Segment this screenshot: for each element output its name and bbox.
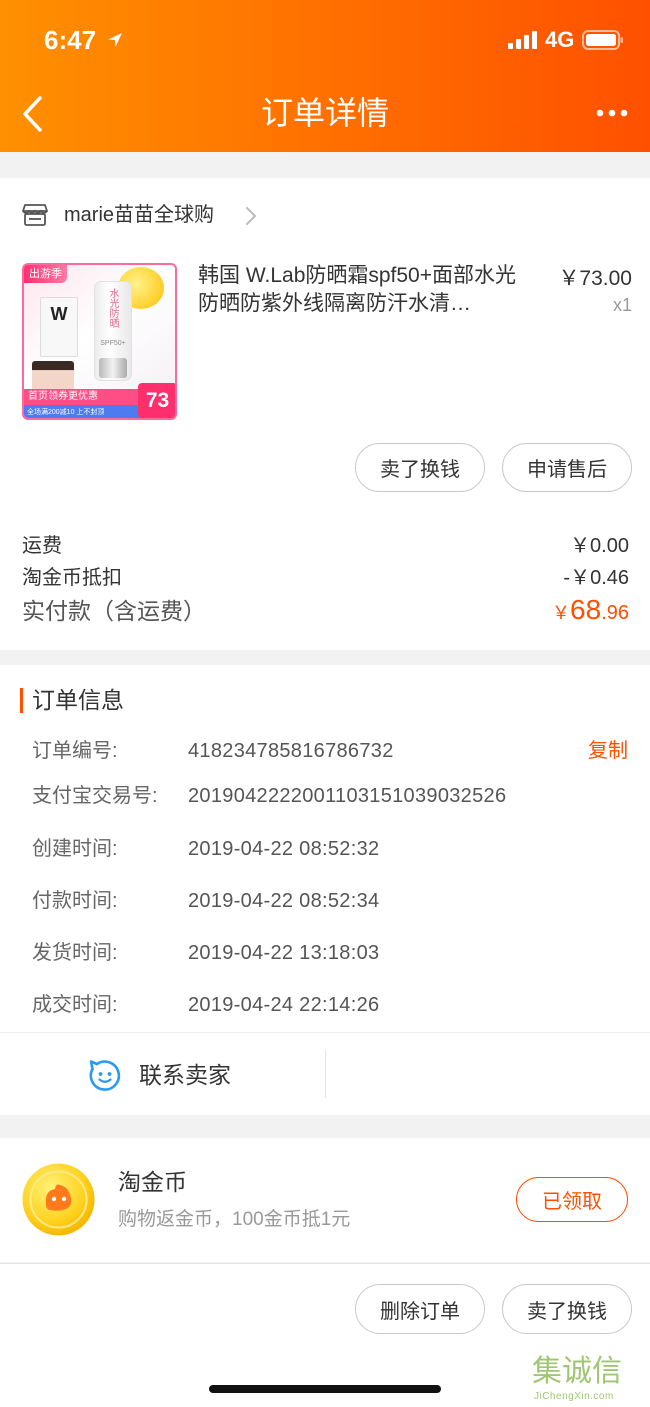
bottle-label: 水光防晒 <box>107 288 118 328</box>
paid-time-value: 2019-04-22 08:52:34 <box>188 890 380 912</box>
total-decimal: .96 <box>601 602 629 624</box>
shop-name-link[interactable]: marie苗苗全球购 <box>64 201 214 229</box>
order-item-card: marie苗苗全球购 W 水光防晒 SPF50+ 出游季 首页领券更优惠 全场满… <box>0 178 650 650</box>
taojinbi-title: 淘金币 <box>118 1169 187 1195</box>
alipay-trade-label: 支付宝交易号: <box>32 785 158 807</box>
delete-order-button[interactable]: 删除订单 <box>355 1284 485 1334</box>
created-time-label: 创建时间: <box>32 838 118 860</box>
signal-icon <box>508 31 537 49</box>
contact-seller-label: 联系卖家 <box>139 1062 231 1088</box>
after-sales-button[interactable]: 申请售后 <box>502 443 632 492</box>
bottle-cap <box>99 358 127 378</box>
total-currency: ￥ <box>552 603 571 623</box>
section-accent-bar <box>20 688 23 713</box>
chevron-left-icon[interactable] <box>20 94 48 134</box>
taojinbi-description: 购物返金币，100金币抵1元 <box>118 1209 351 1230</box>
page-title: 订单详情 <box>260 95 389 131</box>
promo-price-tag: 73 <box>138 383 175 418</box>
sell-for-cash-bottom-button[interactable]: 卖了换钱 <box>502 1284 632 1334</box>
order-info-title: 订单信息 <box>32 687 124 713</box>
product-quantity: x1 <box>612 295 632 315</box>
created-time-value: 2019-04-22 08:52:32 <box>188 838 380 860</box>
model-photo <box>32 361 74 391</box>
completed-time-label: 成交时间: <box>32 994 118 1016</box>
order-number-value: 418234785816786732 <box>188 740 394 762</box>
watermark-cn: 集诚信 <box>532 1355 622 1388</box>
shipping-fee-label: 运费 <box>22 535 62 557</box>
home-indicator[interactable] <box>209 1385 441 1393</box>
product-title[interactable]: 韩国 W.Lab防晒霜spf50+面部水光防晒防紫外线隔离防汗水清… <box>198 262 532 318</box>
battery-icon <box>582 30 623 50</box>
shipping-fee-value: ￥0.00 <box>570 535 629 557</box>
status-time: 6:47 <box>44 25 97 55</box>
total-paid-label: 实付款（含运费） <box>22 598 206 624</box>
completed-time-value: 2019-04-24 22:14:26 <box>188 994 380 1016</box>
bottle-spf-label: SPF50+ <box>100 340 126 347</box>
product-price: ￥73.00 <box>558 267 632 290</box>
coin-deduction-label: 淘金币抵扣 <box>22 567 122 589</box>
sell-for-cash-button[interactable]: 卖了换钱 <box>355 443 485 492</box>
promo-discount-text: 全场满200减10 上不封顶 <box>27 409 105 416</box>
order-number-label: 订单编号: <box>32 740 118 762</box>
total-paid-value: ￥68.96 <box>552 591 629 634</box>
product-image-badge: 出游季 <box>24 265 67 283</box>
network-type: 4G <box>545 27 575 52</box>
coin-deduction-value: -￥0.46 <box>563 567 629 589</box>
claimed-button[interactable]: 已领取 <box>516 1177 628 1222</box>
product-image[interactable]: W 水光防晒 SPF50+ 出游季 首页领券更优惠 全场满200减10 上不封顶… <box>22 263 177 420</box>
product-box-graphic: W <box>40 297 78 357</box>
header-bar: 6:47 4G 订单详情 <box>0 0 650 152</box>
chevron-right-icon[interactable] <box>244 205 258 227</box>
paid-time-label: 付款时间: <box>32 890 118 912</box>
watermark-en: JiChengXin.com <box>534 1391 614 1402</box>
watermark-logo: 集诚信 JiChengXin.com <box>532 1354 648 1406</box>
vertical-divider <box>325 1050 326 1098</box>
store-icon <box>22 204 48 226</box>
taojinbi-card: 淘金币 购物返金币，100金币抵1元 已领取 <box>0 1138 650 1262</box>
location-arrow-icon <box>108 33 122 47</box>
promo-coupon-text: 首页领券更优惠 <box>28 391 98 402</box>
bottom-action-bar: 删除订单 卖了换钱 集诚信 JiChengXin.com <box>0 1263 650 1407</box>
chat-face-icon <box>89 1060 121 1091</box>
product-bottle-graphic: 水光防晒 SPF50+ <box>94 281 132 381</box>
copy-order-number-button[interactable]: 复制 <box>588 737 628 765</box>
shipped-time-label: 发货时间: <box>32 942 118 964</box>
order-info-card: 订单信息 订单编号: 418234785816786732 复制 支付宝交易号:… <box>0 665 650 1115</box>
contact-seller-button[interactable]: 联系卖家 <box>0 1033 325 1115</box>
product-box-brand: W <box>50 304 68 324</box>
alipay-trade-value: 2019042222001103151039032526 <box>188 785 507 807</box>
total-integer: 68 <box>570 594 602 625</box>
gold-coin-icon <box>22 1163 95 1236</box>
shipped-time-value: 2019-04-22 13:18:03 <box>188 942 380 964</box>
more-dots-icon[interactable] <box>592 102 632 124</box>
